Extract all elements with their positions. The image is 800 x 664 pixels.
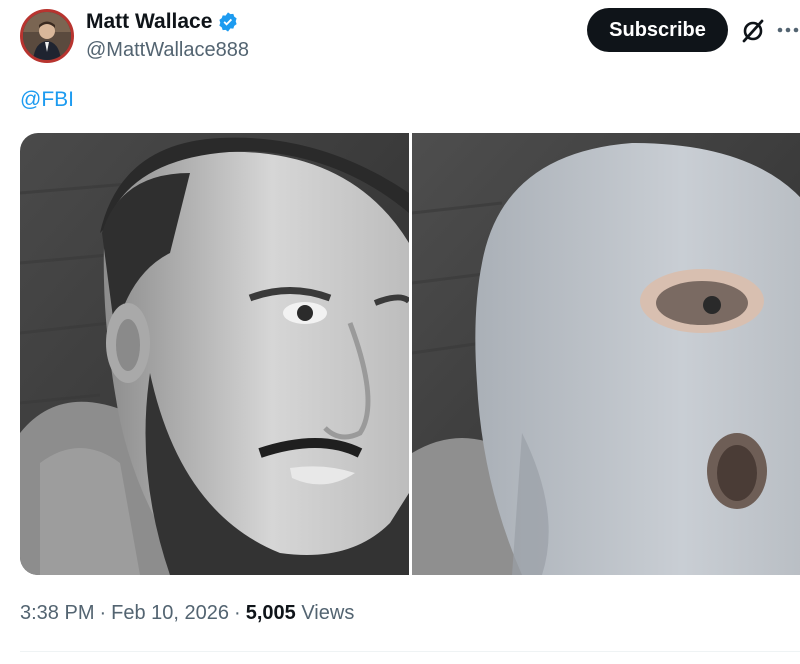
author-handle[interactable]: @MattWallace888 [86,38,249,62]
verified-badge-icon [219,12,238,32]
meta-separator: · [99,602,107,624]
photo-balaclava [412,133,800,575]
timestamp-time[interactable]: 3:38 PM [20,602,94,624]
media-photo-2[interactable] [412,133,800,575]
mention-link[interactable]: @FBI [20,88,74,111]
divider [20,651,800,652]
media-photo-1[interactable] [20,133,409,575]
photo-bearded-man [20,133,409,575]
more-icon[interactable] [776,20,800,40]
timestamp-date[interactable]: Feb 10, 2026 [111,602,229,624]
tweet-text: @FBI [20,86,74,114]
grok-icon[interactable] [740,18,766,44]
tweet-card: Matt Wallace @MattWallace888 Subscribe @… [0,0,800,664]
avatar[interactable] [20,9,74,63]
author-name[interactable]: Matt Wallace [86,10,212,34]
meta-separator: · [234,602,241,624]
author-name-row: Matt Wallace [86,10,239,34]
subscribe-button[interactable]: Subscribe [587,8,728,52]
views-label: Views [301,602,355,624]
views-count: 5,005 [245,602,296,624]
avatar-image [23,12,71,60]
media-grid [20,133,800,575]
tweet-meta: 3:38 PM · Feb 10, 2026 · 5,005 Views [20,600,354,626]
